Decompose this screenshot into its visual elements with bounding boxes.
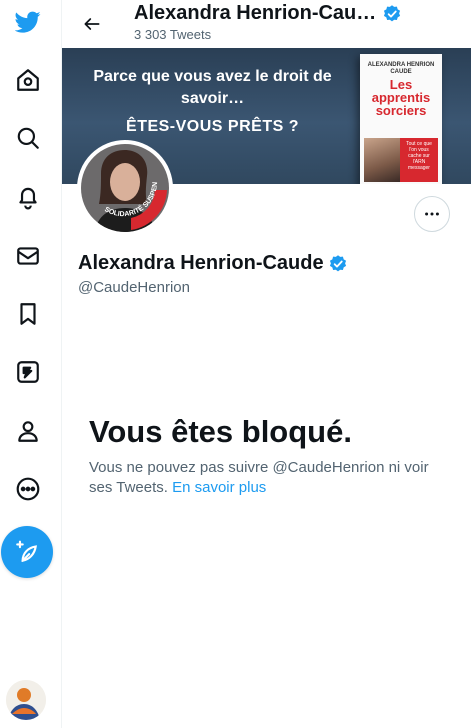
- profile-name: Alexandra Henrion-Caude: [78, 252, 348, 275]
- profile-avatar[interactable]: SOLIDARITÉ SUSPENDUS: [77, 140, 173, 236]
- more-icon[interactable]: [6, 467, 50, 511]
- verified-badge-icon: [328, 254, 348, 274]
- banner-text-line2: ÊTES-VOUS PRÊTS ?: [126, 118, 299, 135]
- bookmarks-icon[interactable]: [6, 292, 50, 336]
- book-author: ALEXANDRA HENRION CAUDE: [367, 62, 435, 75]
- blocked-message: Vous ne pouvez pas suivre @CaudeHenrion …: [89, 458, 439, 498]
- more-horizontal-icon: [425, 212, 439, 216]
- tweet-count: 3 303 Tweets: [134, 27, 212, 42]
- more-options-button[interactable]: [414, 196, 450, 232]
- profile-display-name: Alexandra Henrion-Caude: [78, 252, 324, 274]
- compose-tweet-button[interactable]: [1, 526, 53, 578]
- book-author-photo: [364, 138, 400, 182]
- profile-icon[interactable]: [6, 409, 50, 453]
- header-name: Alexandra Henrion-Cau…: [134, 2, 377, 24]
- compose-tweet-icon: [16, 540, 37, 562]
- profile-header: Alexandra Henrion-Cau… 3 303 Tweets: [62, 0, 471, 48]
- home-icon[interactable]: [6, 58, 50, 102]
- back-button[interactable]: [74, 6, 110, 42]
- twitter-logo-icon[interactable]: [6, 0, 50, 44]
- book-tagline: Tout ce que l'on vous cache sur l'ARN me…: [400, 138, 438, 182]
- banner-text-line1: Parce que vous avez le droit de savoir…: [93, 68, 332, 107]
- notifications-icon[interactable]: [6, 175, 50, 219]
- verified-badge-icon: [382, 4, 402, 24]
- profile-handle: @CaudeHenrion: [78, 279, 190, 296]
- explore-icon[interactable]: [6, 116, 50, 160]
- book-cover: ALEXANDRA HENRION CAUDE Les apprentis so…: [360, 54, 442, 184]
- profile-main: Alexandra Henrion-Cau… 3 303 Tweets Parc…: [62, 0, 471, 728]
- book-title: Les apprentis sorciers: [371, 77, 431, 118]
- account-avatar[interactable]: [6, 680, 46, 720]
- sidebar: [0, 0, 62, 728]
- arrow-left-icon: [84, 18, 100, 30]
- messages-icon[interactable]: [6, 234, 50, 278]
- header-title: Alexandra Henrion-Cau…: [134, 2, 402, 25]
- learn-more-link[interactable]: En savoir plus: [172, 479, 266, 496]
- twitter-blue-icon[interactable]: [6, 350, 50, 394]
- blocked-title: Vous êtes bloqué.: [89, 414, 352, 449]
